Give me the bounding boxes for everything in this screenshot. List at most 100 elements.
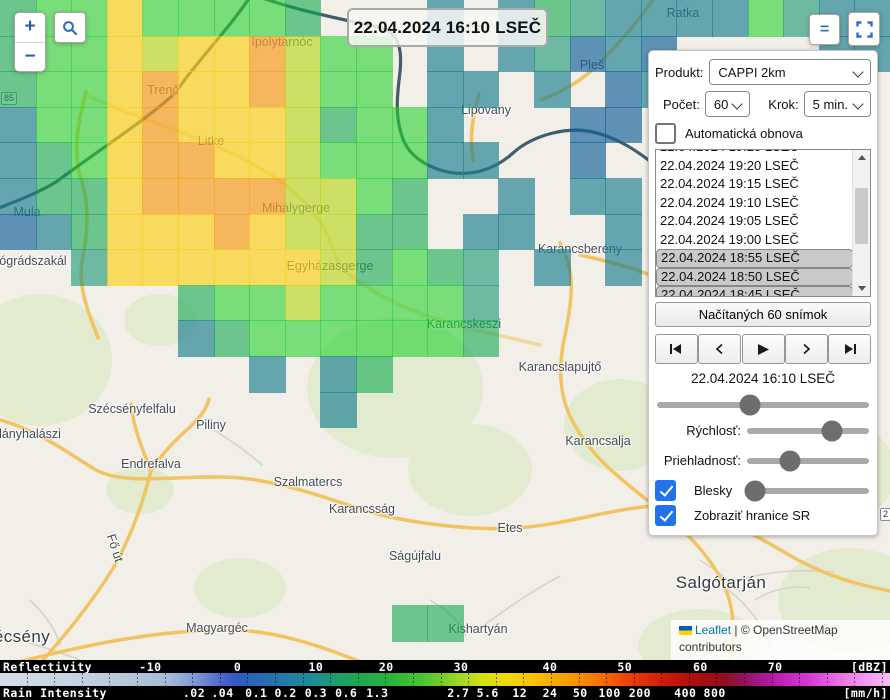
colorbar-tick: 30 [454, 660, 469, 674]
colorbar-tick: 1.3 [366, 686, 388, 700]
radar-cell [214, 71, 251, 108]
attribution-line2: contributors [679, 640, 742, 654]
play-button[interactable] [742, 334, 785, 364]
colorbar-step-line [606, 673, 607, 686]
radar-cell [249, 71, 286, 108]
radar-cell [285, 249, 322, 286]
radar-cell [142, 178, 179, 215]
timeline-item[interactable]: 22.04.2024 19:05 LSEČ [656, 212, 853, 231]
priehladnost-row: Priehladnosť: [655, 453, 871, 468]
skip-to-start-button[interactable] [655, 334, 698, 364]
next-frame-button[interactable] [785, 334, 828, 364]
radar-cell [71, 107, 108, 144]
hranice-checkbox[interactable] [655, 505, 676, 526]
pocet-select[interactable]: 60 [705, 91, 750, 117]
timeline-item[interactable]: 22.04.2024 19:15 LSEČ [656, 175, 853, 194]
produkt-select[interactable]: CAPPI 2km [709, 59, 871, 85]
search-button[interactable] [54, 12, 86, 43]
radar-cell [36, 178, 73, 215]
leaflet-link[interactable]: Leaflet [695, 623, 731, 637]
radar-cell [107, 0, 144, 37]
play-icon [756, 343, 770, 356]
timeline-list[interactable]: 22.04.2024 19:25 LSEČ22.04.2024 19:20 LS… [655, 149, 871, 297]
radar-cell [534, 71, 571, 108]
radar-cell [285, 36, 322, 73]
blesky-checkbox[interactable] [655, 480, 676, 501]
radar-cell [712, 0, 749, 37]
colorbar-tick: 0 [234, 660, 241, 674]
radar-cell [392, 214, 429, 251]
colorbar-step-line [579, 673, 580, 686]
radar-cell [427, 142, 464, 179]
scroll-down-arrow-icon[interactable] [853, 281, 870, 296]
skip-end-icon [842, 343, 857, 355]
colorbar-step-line [689, 673, 690, 686]
colorbar-tick: 60 [693, 660, 708, 674]
playback-controls [655, 334, 871, 364]
ukraine-flag-icon [679, 626, 692, 635]
timeline-item[interactable]: 22.04.2024 19:00 LSEČ [656, 231, 853, 250]
priehladnost-slider[interactable] [747, 458, 869, 464]
blesky-row: Blesky [655, 480, 871, 501]
rychlost-slider[interactable] [747, 428, 869, 434]
radar-cell [285, 320, 322, 357]
timeline-item[interactable]: 22.04.2024 19:20 LSEČ [656, 157, 853, 176]
fullscreen-button[interactable] [848, 12, 880, 46]
osm-credit: © OpenStreetMap [741, 623, 838, 637]
zoom-out-button[interactable]: − [15, 43, 45, 72]
colorbar-tick: 20 [379, 660, 394, 674]
radar-cell [0, 71, 37, 108]
radar-cell [142, 107, 179, 144]
radar-cell [249, 249, 286, 286]
colorbar-tick: 10 [309, 660, 324, 674]
rychlost-slider-thumb[interactable] [822, 420, 843, 441]
timeline-item[interactable]: 22.04.2024 18:45 LSEČ [656, 286, 853, 297]
radar-cell [392, 320, 429, 357]
priehladnost-slider-thumb[interactable] [779, 450, 800, 471]
timeline-item[interactable]: 22.04.2024 18:55 LSEČ [656, 249, 853, 268]
scrollbar-thumb[interactable] [855, 188, 868, 244]
radar-cell [214, 320, 251, 357]
chevron-left-icon [713, 343, 727, 355]
radar-cell [605, 0, 642, 37]
colorbar-tick: 800 [704, 686, 726, 700]
timeline-scrollbar[interactable] [852, 150, 870, 296]
radar-cell [71, 249, 108, 286]
radar-cell [498, 214, 535, 251]
timeline-item[interactable]: 22.04.2024 19:25 LSEČ [656, 149, 853, 157]
radar-cell [249, 0, 286, 37]
colorbar-step-line [523, 673, 524, 686]
krok-select[interactable]: 5 min. [804, 91, 871, 117]
radar-cell [463, 71, 500, 108]
radar-cell [249, 320, 286, 357]
blesky-slider[interactable] [746, 488, 869, 494]
auto-obnova-checkbox[interactable] [655, 123, 676, 144]
radar-cell [0, 214, 37, 251]
timeline-item[interactable]: 22.04.2024 18:50 LSEČ [656, 268, 853, 287]
radar-cell [107, 107, 144, 144]
radar-cell [249, 142, 286, 179]
colorbar-step-line [220, 673, 221, 686]
radar-cell [285, 71, 322, 108]
blesky-slider-thumb[interactable] [744, 480, 765, 501]
timeline-item[interactable]: 22.04.2024 19:10 LSEČ [656, 194, 853, 213]
time-slider[interactable] [657, 402, 869, 408]
loaded-frames-button[interactable]: Načítaných 60 snímok [655, 302, 871, 327]
panel-toggle-button[interactable]: = [809, 14, 840, 45]
radar-cell [570, 178, 607, 215]
radar-cell [320, 392, 357, 429]
colorbar-step-line [634, 673, 635, 686]
current-time-box: 22.04.2024 16:10 LSEČ [347, 8, 548, 47]
colorbar: Reflectivity [dBZ] -10010203040506070 Ra… [0, 660, 890, 700]
colorbar-tick: 12 [512, 686, 527, 700]
radar-cell [249, 36, 286, 73]
zoom-in-button[interactable]: + [15, 13, 45, 43]
colorbar-tick: 0.1 [245, 686, 267, 700]
skip-to-end-button[interactable] [828, 334, 871, 364]
scroll-up-arrow-icon[interactable] [853, 150, 870, 165]
previous-frame-button[interactable] [698, 334, 741, 364]
time-slider-thumb[interactable] [740, 395, 761, 416]
radar-cell [142, 142, 179, 179]
colorbar-step-line [385, 673, 386, 686]
radar-cell [107, 71, 144, 108]
